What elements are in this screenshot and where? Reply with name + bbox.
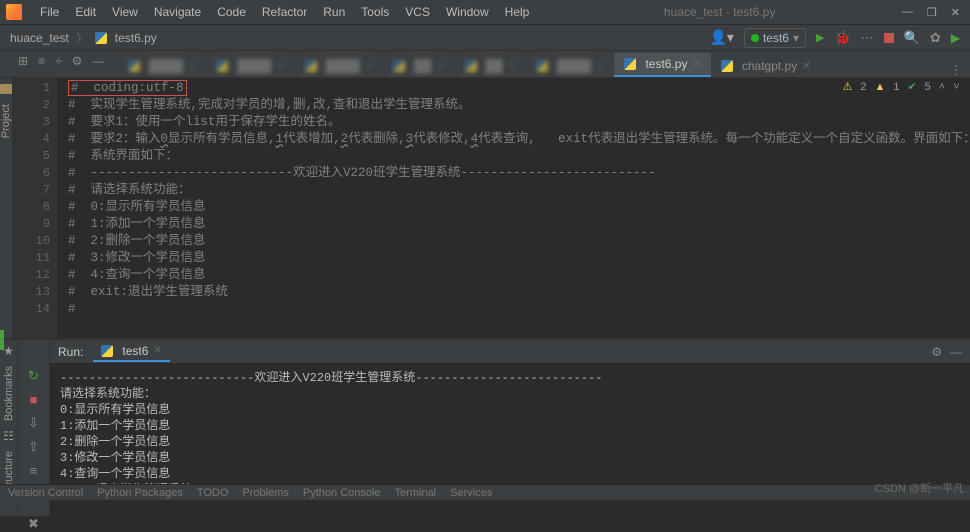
editor-tabs: ⊞ ≡ ÷ ⚙ — ████✕ ████✕ ████✕ ██✕ ██✕ ████… [0,51,970,78]
project-tool-label[interactable]: Project [0,104,12,138]
gear-icon[interactable]: ⚙ [931,345,942,359]
python-file-icon [624,58,636,70]
status-item[interactable]: Python Packages [97,487,183,499]
editor-tab-blur-4[interactable]: ██✕ [383,55,454,77]
menu-file[interactable]: File [32,5,67,19]
expand-all-icon[interactable]: ≡ [38,54,45,68]
rerun-icon[interactable]: ↻ [28,368,39,384]
ide-logo-icon [6,4,22,20]
stop-button-icon[interactable] [884,33,894,43]
settings-icon[interactable]: ⚙ [72,54,83,68]
tab-label: chatgpt.py [742,59,797,73]
search-icon[interactable]: 🔍 [904,30,920,46]
menu-bar: File Edit View Navigate Code Refactor Ru… [0,0,970,25]
menu-run[interactable]: Run [315,5,353,19]
close-icon[interactable]: ✕ [951,6,960,19]
tab-label: test6.py [645,57,687,71]
run-config-selector[interactable]: test6 ▾ [744,28,806,48]
weak-warning-icon[interactable]: ▲ [874,81,885,93]
status-item[interactable]: Version Control [8,487,83,499]
user-icon[interactable]: 👤▾ [710,29,734,46]
menu-refactor[interactable]: Refactor [254,5,315,19]
chevron-up-icon[interactable]: ˄ [939,81,945,93]
tab-close-icon[interactable]: ✕ [153,345,161,356]
status-item[interactable]: TODO [197,487,229,499]
left-tool-rail: Project [0,78,13,338]
up-icon[interactable]: ⇧ [28,439,39,455]
menu-vcs[interactable]: VCS [397,5,438,19]
hide-icon[interactable]: — [950,345,962,359]
editor-tab-blur-3[interactable]: ████✕ [295,55,383,77]
warning-icon[interactable]: ⚠ [842,80,852,93]
editor-tab-blur-2[interactable]: ████✕ [206,55,294,77]
nav-bar: huace_test 〉 test6.py 👤▾ test6 ▾ ▶ 🐞 ⋯ 🔍… [0,25,970,51]
run-header: Run: test6 ✕ ⚙ — [50,340,970,364]
clear-icon[interactable]: ✖ [28,516,39,532]
tab-close-icon[interactable]: ✕ [802,61,810,72]
python-file-icon [721,60,733,72]
inspection-widget[interactable]: ⚠2 ▲1 ✔5 ˄ ˅ [842,80,959,93]
editor-tab-blur-1[interactable]: ████✕ [118,55,206,77]
editor-tab-chatgpt[interactable]: chatgpt.py ✕ [711,55,821,77]
run-config-name: test6 [763,31,789,45]
menu-help[interactable]: Help [497,5,538,19]
line-gutter: 123 456 789 101112 1314 [14,78,58,338]
editor-tab-blur-6[interactable]: ████✕ [526,55,614,77]
status-item[interactable]: Problems [242,487,288,499]
python-file-icon [101,345,113,357]
status-item[interactable]: Python Console [303,487,381,499]
structure-icon[interactable]: ☷ [3,429,14,443]
select-opened-file-icon[interactable]: ⊞ [18,54,28,68]
run-tab[interactable]: test6 ✕ [93,342,169,362]
menu-code[interactable]: Code [209,5,254,19]
tab-close-icon[interactable]: ✕ [692,59,700,70]
maximize-icon[interactable]: ❐ [927,6,937,19]
status-bar: Version Control Python Packages TODO Pro… [0,484,970,500]
hide-icon[interactable]: — [92,54,104,68]
minimize-icon[interactable]: — [902,6,913,19]
python-file-icon [95,32,107,44]
menu-view[interactable]: View [104,5,146,19]
run-title: Run: [58,345,83,359]
menu-edit[interactable]: Edit [67,5,104,19]
run-more-icon[interactable]: ⋯ [861,30,874,46]
status-item[interactable]: Services [450,487,492,499]
settings-icon[interactable]: ✿ [930,30,941,46]
project-tool-icon[interactable] [0,84,12,94]
bookmarks-icon[interactable]: ★ [3,344,14,358]
collapse-all-icon[interactable]: ÷ [55,54,62,68]
code-editor[interactable]: 123 456 789 101112 1314 # coding:utf-8 #… [14,78,970,338]
editor-tab-test6[interactable]: test6.py ✕ [614,53,710,77]
tabs-list-icon[interactable]: ⋮ [950,63,962,77]
bookmarks-label[interactable]: Bookmarks [3,366,15,421]
run-status-indicator [0,330,4,350]
editor-tab-blur-5[interactable]: ██✕ [455,55,526,77]
code-content[interactable]: # coding:utf-8 # 实现学生管理系统,完成对学员的增,删,改,查和… [58,78,970,338]
code-with-me-icon[interactable]: ▶ [951,31,960,45]
breadcrumb-project[interactable]: huace_test [10,31,69,45]
work-area: Project ▸ st C:\ ▸ ██ library ██opt.py █… [0,78,970,338]
menu-navigate[interactable]: Navigate [146,5,209,19]
soft-wrap-icon[interactable]: ≡ [30,463,38,478]
run-config-icon [751,34,759,42]
status-item[interactable]: Terminal [395,487,437,499]
debug-button-icon[interactable]: 🐞 [834,30,850,46]
down-icon[interactable]: ⇩ [28,415,39,431]
project-toolbar: ⊞ ≡ ÷ ⚙ — [18,54,104,68]
breadcrumb-file[interactable]: test6.py [115,31,157,45]
menu-window[interactable]: Window [438,5,497,19]
watermark: CSDN @断一平凡 [875,480,964,496]
stop-icon[interactable]: ■ [30,392,38,407]
run-button-icon[interactable]: ▶ [816,31,824,44]
run-tab-label: test6 [122,344,148,358]
window-title: huace_test - test6.py [537,5,902,19]
breadcrumb[interactable]: huace_test 〉 test6.py [10,29,157,46]
ok-icon[interactable]: ✔ [907,80,916,93]
chevron-down-icon[interactable]: ˅ [953,81,959,93]
menu-tools[interactable]: Tools [353,5,397,19]
